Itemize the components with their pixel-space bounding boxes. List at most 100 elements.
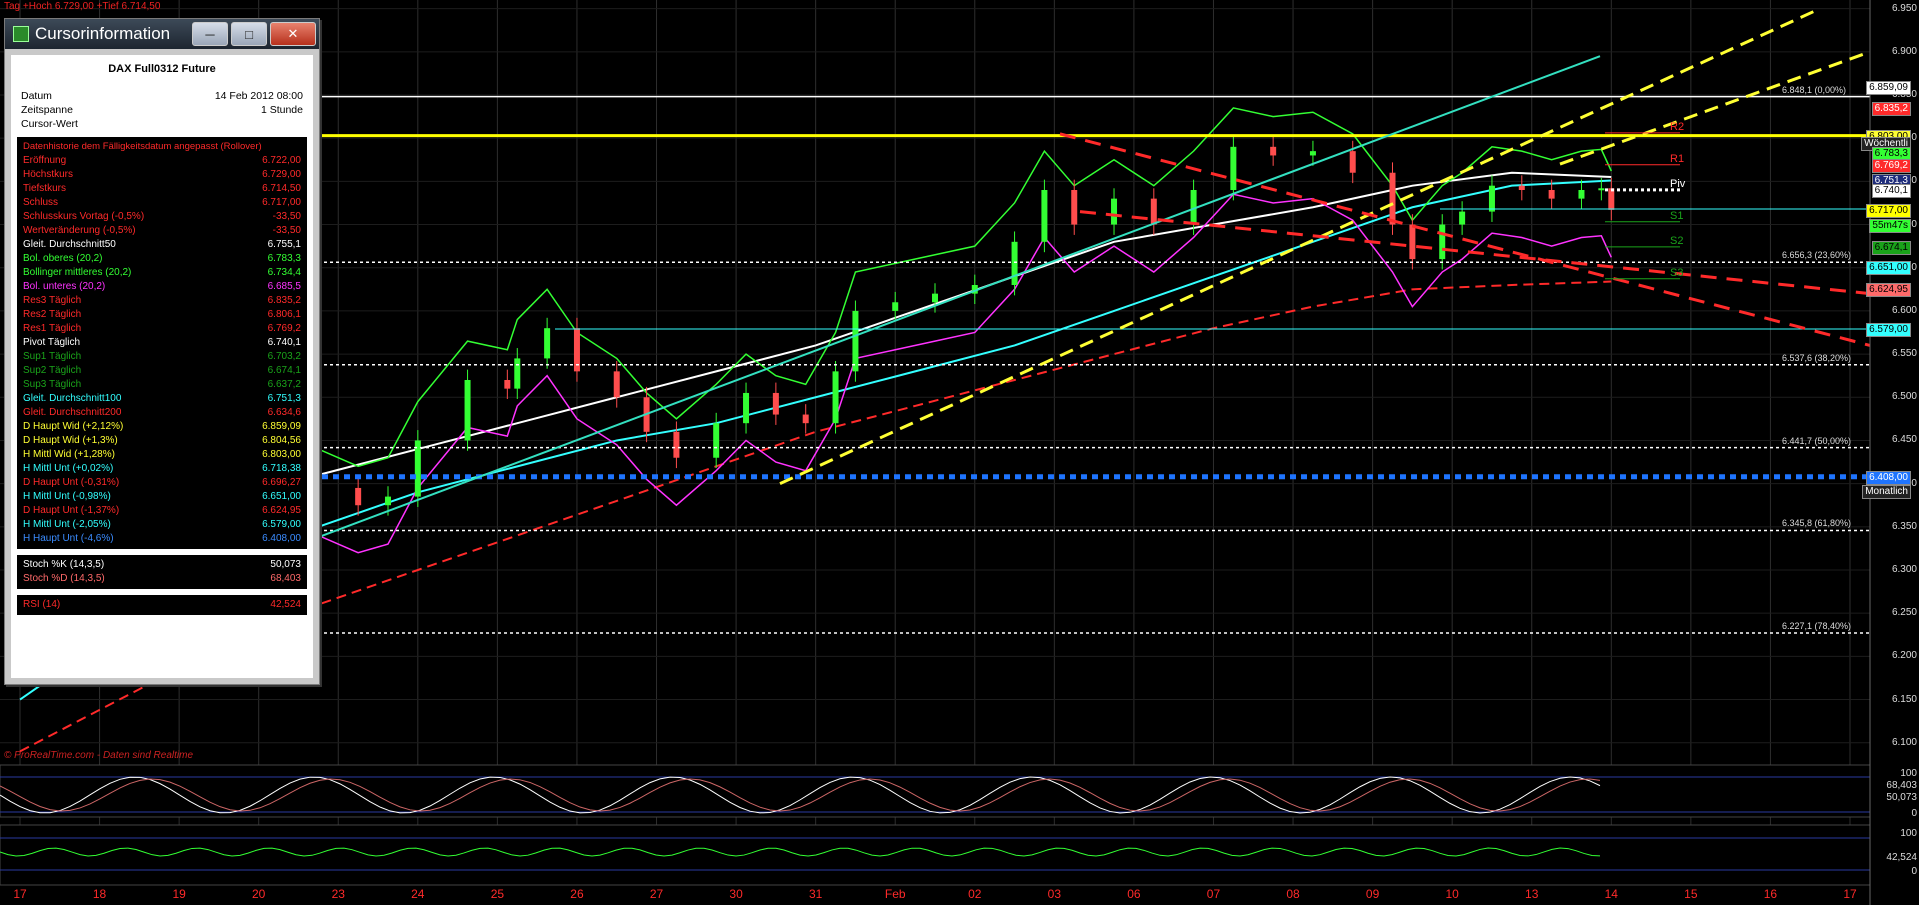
x-tick-label: 02 xyxy=(968,887,982,901)
pivot-label: S2 xyxy=(1670,235,1683,247)
history-row: Wertveränderung (-0,5%) -33,50 xyxy=(23,224,301,238)
x-tick-label: Feb xyxy=(884,887,906,901)
fib-level-label: 6.227,1 (78,40%) xyxy=(1782,620,1852,631)
history-label: Tiefstkurs xyxy=(23,183,66,194)
rsi-block: RSI (14) 42,524 xyxy=(17,595,307,615)
y-tick-label: 6.300 xyxy=(1891,564,1917,575)
x-tick-label: 27 xyxy=(649,887,664,901)
history-value: -33,50 xyxy=(272,211,301,222)
candle-body xyxy=(1488,185,1495,212)
history-row: D Haupt Unt (-1,37%) 6.624,95 xyxy=(23,504,301,518)
minimize-button[interactable]: ─ xyxy=(192,22,228,46)
history-label: D Haupt Unt (-1,37%) xyxy=(23,505,120,516)
history-value: 6.740,1 xyxy=(267,337,301,348)
stochastic-panel xyxy=(0,764,1871,818)
history-value: 6.755,1 xyxy=(267,239,301,250)
history-value: 6.804,56 xyxy=(262,435,301,446)
history-row: D Haupt Unt (-0,31%) 6.696,27 xyxy=(23,476,301,490)
history-value: 6.703,2 xyxy=(267,351,301,362)
y-tick-label: 6.350 xyxy=(1891,520,1917,532)
candle-body xyxy=(355,487,362,506)
candle-body xyxy=(1150,198,1157,225)
pivot-label: Piv xyxy=(1670,178,1686,190)
history-row: Gleit. Durchschnitt100 6.751,3 xyxy=(23,392,301,406)
x-tick-label: 13 xyxy=(1525,887,1539,901)
price-badge: 6.769,2 xyxy=(1871,158,1911,173)
history-row: H Mittl Unt (-0,98%) 6.651,00 xyxy=(23,490,301,504)
maximize-button[interactable]: □ xyxy=(231,22,267,46)
stoch-value: 68,403 xyxy=(270,573,301,584)
x-tick-label: 18 xyxy=(92,887,107,901)
candle-body xyxy=(852,310,859,372)
history-value: 6.685,5 xyxy=(267,281,301,292)
history-value: 6.734,4 xyxy=(267,267,301,278)
rsi-row: RSI (14) 42,524 xyxy=(23,598,301,612)
price-badge: 6.674,1 xyxy=(1871,240,1911,255)
history-row: Sup3 Täglich 6.637,2 xyxy=(23,378,301,392)
y-tick-label: 6.900 xyxy=(1891,45,1917,57)
history-row: Eröffnung 6.722,00 xyxy=(23,154,301,168)
x-tick-label: 23 xyxy=(331,887,345,901)
candle-body xyxy=(1111,198,1118,225)
history-label: H Mittl Unt (+0,02%) xyxy=(23,463,114,474)
history-label: H Mittl Unt (-0,98%) xyxy=(23,491,111,502)
stoch-badge: 50,073 xyxy=(1886,792,1917,803)
history-value: 6.835,2 xyxy=(267,295,301,306)
x-tick-label: 17 xyxy=(13,887,27,901)
history-label: H Haupt Unt (-4,6%) xyxy=(23,533,114,544)
history-row: Gleit. Durchschnitt50 6.755,1 xyxy=(23,238,301,252)
window-titlebar[interactable]: Cursorinformation ─ □ ✕ xyxy=(5,19,319,49)
instrument-name: DAX Full0312 Future xyxy=(108,63,216,75)
x-tick-label: 03 xyxy=(1047,887,1062,901)
candle-body xyxy=(1349,151,1356,173)
y-tick-label: 6.200 xyxy=(1891,650,1917,662)
history-value: -33,50 xyxy=(272,225,301,236)
x-tick-label: 30 xyxy=(729,887,743,901)
history-row: Tiefstkurs 6.714,50 xyxy=(23,182,301,196)
x-tick-label: 26 xyxy=(570,887,584,901)
history-value: 6.806,1 xyxy=(267,309,301,320)
stoch-badge: 68,403 xyxy=(1886,780,1917,791)
history-value: 6.408,00 xyxy=(262,533,301,544)
stoch-label: Stoch %D (14,3,5) xyxy=(23,573,105,584)
candle-body xyxy=(613,371,620,398)
candle-body xyxy=(1439,224,1446,260)
history-row: Höchstkurs 6.729,00 xyxy=(23,168,301,182)
price-badge: 55m47s xyxy=(1869,218,1911,233)
pivot-label: S1 xyxy=(1670,210,1683,222)
close-button[interactable]: ✕ xyxy=(270,22,316,46)
history-row: D Haupt Wid (+2,12%) 6.859,09 xyxy=(23,420,301,434)
cursor-info-window[interactable]: Cursorinformation ─ □ ✕ DAX Full0312 Fut… xyxy=(4,18,320,685)
history-row: Gleit. Durchschnitt200 6.634,6 xyxy=(23,406,301,420)
x-tick-label: 06 xyxy=(1127,887,1141,901)
history-row: Pivot Täglich 6.740,1 xyxy=(23,336,301,350)
history-label: Pivot Täglich xyxy=(23,337,81,348)
candle-body xyxy=(1598,188,1605,191)
history-value: 6.674,1 xyxy=(267,365,301,376)
date-label: Datum xyxy=(21,90,52,102)
candle-body xyxy=(772,392,779,415)
history-value: 6.769,2 xyxy=(267,323,301,334)
pivot-label: S3 xyxy=(1670,267,1683,279)
price-badge: 6.717,00 xyxy=(1866,203,1911,218)
history-value: 6.651,00 xyxy=(262,491,301,502)
history-row: Res3 Täglich 6.835,2 xyxy=(23,294,301,308)
price-badge: 6.579,00 xyxy=(1866,323,1911,338)
y-tick-label: 6.250 xyxy=(1891,607,1917,619)
history-row: D Haupt Wid (+1,3%) 6.804,56 xyxy=(23,434,301,448)
stoch-label: Stoch %K (14,3,5) xyxy=(23,559,105,570)
history-row: H Mittl Unt (-2,05%) 6.579,00 xyxy=(23,518,301,532)
history-value: 6.717,00 xyxy=(262,197,301,208)
history-value: 6.637,2 xyxy=(267,379,301,390)
history-value: 6.579,00 xyxy=(262,519,301,530)
candle-body xyxy=(1011,241,1018,285)
y-tick-label: 6.950 xyxy=(1891,2,1917,14)
x-tick-label: 09 xyxy=(1365,887,1380,901)
candle-body xyxy=(464,380,471,441)
history-label: H Mittl Unt (-2,05%) xyxy=(23,519,111,530)
watermark: © ProRealTime.com - Daten sind Realtime xyxy=(4,750,194,761)
history-label: Res1 Täglich xyxy=(23,323,82,334)
candle-body xyxy=(514,358,521,389)
pivot-label: R1 xyxy=(1670,153,1684,165)
history-row: Bol. oberes (20,2) 6.783,3 xyxy=(23,252,301,266)
